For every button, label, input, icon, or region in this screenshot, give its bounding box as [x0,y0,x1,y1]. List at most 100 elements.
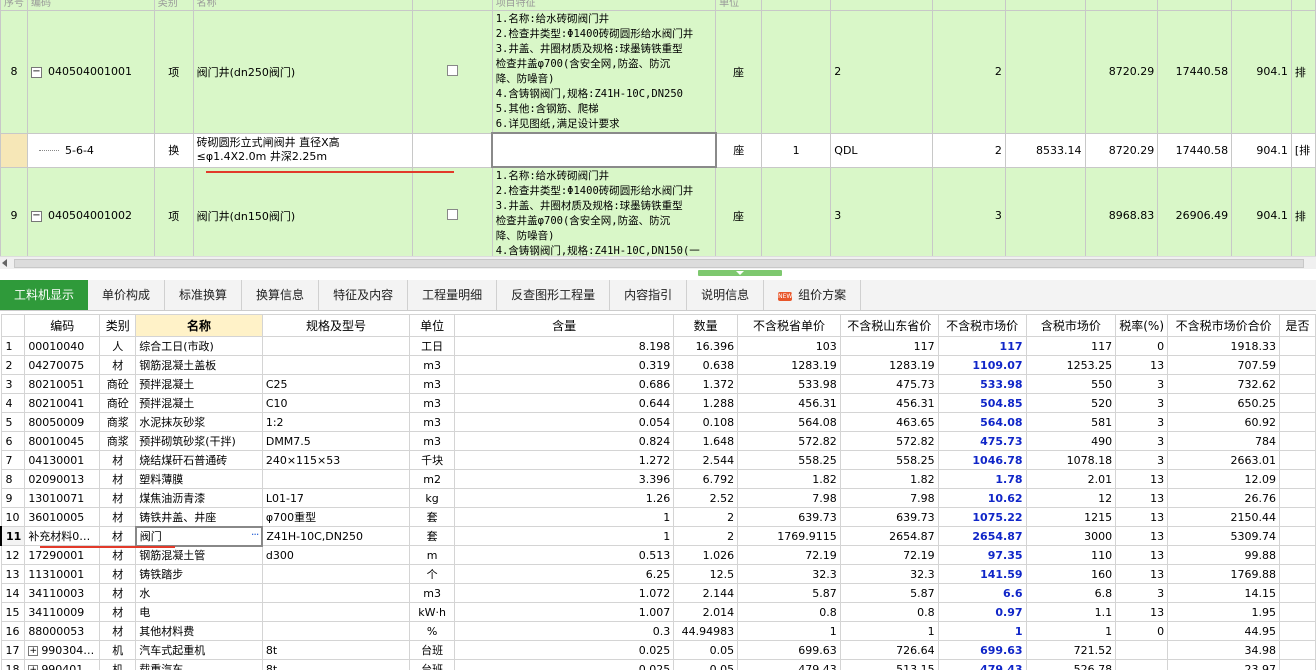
resource-row[interactable]: 14 34110003 材水 m3 1.072 2.144 5.87 5.87 6.6 6.8 3 1… [0,583,1316,603]
resource-cell[interactable]: 水 [135,583,263,603]
resource-cell[interactable]: 1:2 [261,412,411,432]
resource-cell[interactable]: 26.76 [1167,488,1280,508]
quantity[interactable]: 2 [932,10,1006,134]
collapse-minus-icon[interactable]: − [31,210,42,222]
resource-row[interactable]: 4 80210041 商砼 预拌混凝土 C10 m3 0.644 1.288 456.31 456… [0,393,1316,413]
resource-cell[interactable]: 721.52 [1025,640,1117,660]
resource-cell[interactable]: 581 [1025,412,1117,432]
resource-cell[interactable]: 0.644 [454,393,675,413]
resource-cell[interactable]: +990401… [24,659,101,670]
resource-cell[interactable]: 个 [409,564,456,584]
resource-cell[interactable] [261,355,411,375]
resource-cell[interactable]: 110 [1025,545,1117,565]
column-header[interactable]: 不含税省单价 [737,314,841,337]
resource-cell[interactable]: 0.054 [454,412,675,432]
resource-cell[interactable]: d300 [261,545,411,565]
resource-cell[interactable]: 10.62 [937,488,1027,508]
tab-standard-conversion[interactable]: 标准换算 [165,280,243,310]
resource-row[interactable]: 6 80010045 商浆 预拌砌筑砂浆(干拌) DMM7.5 m3 0.824 1.648 5… [0,431,1316,451]
resource-cell[interactable]: 2.01 [1025,469,1117,489]
resource-cell[interactable]: 5309.74 [1167,526,1280,546]
column-header[interactable]: 税率(%) [1115,314,1169,337]
resource-cell[interactable]: 其他材料费 [135,621,263,641]
resource-cell[interactable]: 533.98 [937,374,1027,394]
resource-cell[interactable]: 160 [1025,564,1117,584]
resource-cell[interactable]: 8t [261,659,411,670]
resource-cell[interactable]: 1.26 [454,488,675,508]
resource-cell[interactable]: 0.3 [454,621,675,641]
resource-cell[interactable]: 504.85 [937,393,1027,413]
resource-cell[interactable]: 80210051 [24,374,101,394]
resource-cell[interactable]: m2 [409,469,456,489]
resource-cell[interactable]: 475.73 [937,431,1027,451]
checkbox-cell[interactable] [412,132,493,168]
resource-cell[interactable]: 1 [737,621,841,641]
resource-cell[interactable]: 阀门 ··· [134,525,264,547]
qty-expression[interactable] [760,166,832,265]
resource-cell[interactable]: 0.025 [454,640,675,660]
bill-item-row[interactable]: 8−040504001001 项阀门井(dn250阀门) 1.名称:给水砖砌阀门井 2… [0,10,1316,134]
resource-cell[interactable]: 479.43 [937,659,1027,670]
resource-cell[interactable]: 台班 [409,640,456,660]
resource-cell[interactable]: C25 [261,374,411,394]
column-header[interactable]: 编码 [24,314,101,337]
resource-cell[interactable]: 240×115×53 [261,450,411,470]
resource-cell[interactable]: 707.59 [1167,355,1280,375]
resource-cell[interactable]: 17290001 [24,545,101,565]
resource-cell[interactable]: 526.78 [1025,659,1117,670]
resource-cell[interactable]: 117 [1025,336,1117,356]
sub-item-row[interactable]: 5-6-4 换砖砌圆形立式闸阀井 直径X高 ≤φ1.4X2.0m 井深2.25m 座 1… [0,132,1316,168]
item-name[interactable]: 阀门井(dn150阀门) [192,166,414,265]
column-header[interactable]: 含税市场价 [1025,314,1117,337]
resource-cell[interactable]: 机 [99,659,137,670]
qty-expression[interactable]: 1 [760,132,832,168]
resource-cell[interactable]: 2.52 [673,488,739,508]
resource-cell[interactable]: 0.05 [673,640,739,660]
resource-cell[interactable]: 千块 [409,450,456,470]
resource-cell[interactable]: 34.98 [1167,640,1280,660]
column-header[interactable]: 不含税山东省价 [839,314,939,337]
resource-cell[interactable]: 套 [409,526,456,546]
resource-cell[interactable]: 塑料薄膜 [135,469,263,489]
resource-cell[interactable] [261,469,411,489]
resource-cell[interactable]: 1769.9115 [737,526,841,546]
column-header[interactable]: 含量 [454,314,675,337]
resource-cell[interactable]: 0 [1115,336,1169,356]
resource-cell[interactable]: 1.372 [673,374,739,394]
resource-cell[interactable]: 1 [454,526,675,546]
resource-cell[interactable]: 141.59 [937,564,1027,584]
resource-row[interactable]: 5 80050009 商浆 水泥抹灰砂浆 1:2 m3 0.054 0.108 564.08 46… [0,412,1316,432]
resource-cell[interactable]: 520 [1025,393,1117,413]
item-features[interactable]: 1.名称:给水砖砌阀门井 2.检查井类型:Φ1400砖砌圆形给水阀门井 3.井盖、井… [491,166,717,265]
resource-cell[interactable]: 5.87 [839,583,939,603]
resource-cell[interactable]: 1078.18 [1025,450,1117,470]
resource-cell[interactable]: 1.82 [839,469,939,489]
resource-cell[interactable] [1115,659,1169,670]
resource-cell[interactable]: 12 [1025,488,1117,508]
resource-row[interactable]: 1 00010040 人综合工日(市政) 工日 8.198 16.396 103 117 117… [0,336,1316,356]
bill-item-row[interactable]: 9−040504001002 项阀门井(dn150阀门) 1.名称:给水砖砌阀门井 2… [0,166,1316,265]
resource-cell[interactable]: 13 [1115,564,1169,584]
column-header[interactable]: 不含税市场价合价 [1167,314,1280,337]
resource-cell[interactable]: 材 [99,488,137,508]
resource-cell[interactable]: 材 [99,564,137,584]
resource-cell[interactable]: 1.272 [454,450,675,470]
resource-cell[interactable] [261,564,411,584]
resource-cell[interactable]: φ700重型 [261,507,411,527]
resource-cell[interactable]: 材 [99,355,137,375]
resource-cell[interactable]: 商浆 [99,412,137,432]
resource-cell[interactable]: 1.072 [454,583,675,603]
resource-cell[interactable]: 1109.07 [937,355,1027,375]
resource-row[interactable]: 11 补充材料0… 材阀门 ··· Z41H-10C,DN250 套 1 2 1769.9115… [0,525,1316,547]
tab-quantity-detail[interactable]: 工程量明细 [408,280,498,310]
resource-cell[interactable]: 套 [409,507,456,527]
resource-cell[interactable]: 机 [99,640,137,660]
resource-cell[interactable]: 2654.87 [839,526,939,546]
item-features[interactable] [491,132,717,168]
resource-cell[interactable]: 钢筋混凝土管 [135,545,263,565]
resource-cell[interactable]: 13 [1115,545,1169,565]
resource-cell[interactable]: 02090013 [24,469,101,489]
resource-row[interactable]: 3 80210051 商砼 预拌混凝土 C25 m3 0.686 1.372 533.98 475… [0,374,1316,394]
resource-cell[interactable]: 117 [839,336,939,356]
column-header[interactable]: 类别 [99,314,137,337]
